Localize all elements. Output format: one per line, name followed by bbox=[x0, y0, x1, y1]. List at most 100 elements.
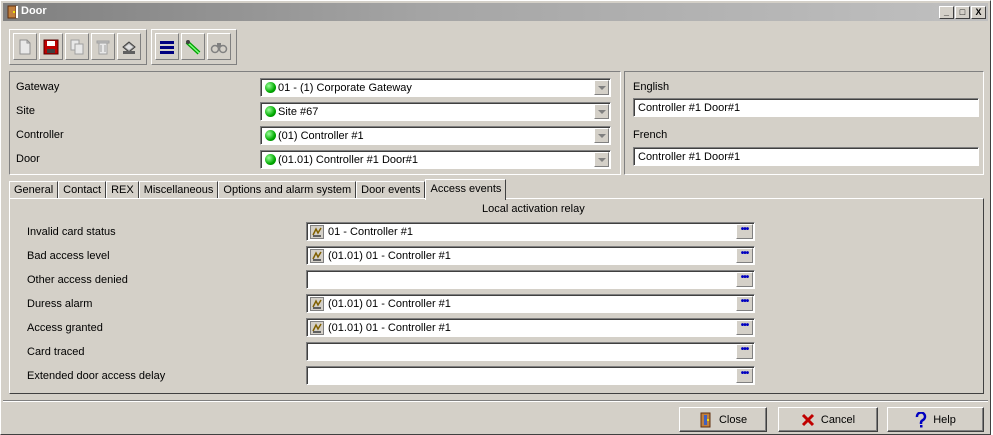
link-icon bbox=[185, 39, 201, 54]
language-names-panel: English Controller #1 Door#1 French Cont… bbox=[624, 71, 984, 175]
extended-door-access-delay-relay-field[interactable]: ••• bbox=[306, 366, 755, 385]
card-traced-relay-field[interactable]: ••• bbox=[306, 342, 755, 361]
invalid-card-status-relay-field[interactable]: 01 - Controller #1 ••• bbox=[306, 222, 755, 241]
browse-button[interactable]: ••• bbox=[736, 248, 753, 263]
invalid-card-status-label: Invalid card status bbox=[27, 226, 116, 238]
cancel-button-label: Cancel bbox=[820, 413, 856, 426]
chevron-down-icon[interactable] bbox=[594, 152, 609, 167]
tab-contact[interactable]: Contact bbox=[58, 181, 107, 199]
copy-button[interactable] bbox=[65, 33, 89, 60]
status-online-icon bbox=[265, 82, 276, 93]
maximize-button[interactable]: □ bbox=[955, 6, 970, 19]
french-label: French bbox=[633, 129, 668, 141]
list-button[interactable] bbox=[155, 33, 179, 60]
delete-button[interactable] bbox=[91, 33, 115, 60]
find-icon bbox=[210, 42, 228, 53]
browse-button[interactable]: ••• bbox=[736, 344, 753, 359]
gateway-label: Gateway bbox=[16, 81, 60, 93]
status-online-icon bbox=[265, 106, 276, 117]
tab-miscellaneous[interactable]: Miscellaneous bbox=[138, 181, 219, 199]
access-granted-relay-field[interactable]: (01.01) 01 - Controller #1 ••• bbox=[306, 318, 755, 337]
browse-button[interactable]: ••• bbox=[736, 368, 753, 383]
browse-button[interactable]: ••• bbox=[736, 296, 753, 311]
browse-button[interactable]: ••• bbox=[736, 224, 753, 239]
chevron-down-icon[interactable] bbox=[594, 104, 609, 119]
toolbar-group-edit bbox=[9, 29, 147, 65]
status-online-icon bbox=[265, 154, 276, 165]
bad-access-level-label: Bad access level bbox=[27, 250, 110, 262]
new-icon bbox=[19, 39, 31, 54]
cancel-button[interactable]: Cancel bbox=[778, 407, 878, 432]
duress-alarm-label: Duress alarm bbox=[27, 298, 93, 310]
divider bbox=[3, 400, 988, 402]
relay-value: (01.01) 01 - Controller #1 bbox=[328, 322, 451, 334]
gateway-value: 01 - (1) Corporate Gateway bbox=[278, 82, 412, 94]
find-button[interactable] bbox=[207, 33, 231, 60]
local-activation-relay-header: Local activation relay bbox=[482, 203, 585, 215]
browse-button[interactable]: ••• bbox=[736, 320, 753, 335]
tab-strip: General Contact REX Miscellaneous Option… bbox=[9, 179, 507, 200]
browse-button[interactable]: ••• bbox=[736, 272, 753, 287]
link-button[interactable] bbox=[181, 33, 205, 60]
gateway-select[interactable]: 01 - (1) Corporate Gateway bbox=[260, 78, 611, 97]
tab-rex[interactable]: REX bbox=[106, 181, 139, 199]
tab-door-events[interactable]: Door events bbox=[356, 181, 426, 199]
print-button[interactable] bbox=[117, 33, 141, 60]
relay-value: (01.01) 01 - Controller #1 bbox=[328, 250, 451, 262]
card-traced-label: Card traced bbox=[27, 346, 85, 358]
relay-icon bbox=[310, 225, 324, 239]
door-app-icon bbox=[7, 5, 19, 19]
site-select[interactable]: Site #67 bbox=[260, 102, 611, 121]
close-button[interactable]: Close bbox=[679, 407, 767, 432]
title-bar: Door _ □ X bbox=[3, 3, 988, 21]
site-value: Site #67 bbox=[278, 106, 319, 118]
english-label: English bbox=[633, 81, 670, 93]
tab-access-events[interactable]: Access events bbox=[425, 179, 507, 200]
door-value: (01.01) Controller #1 Door#1 bbox=[278, 154, 419, 166]
relay-value: (01.01) 01 - Controller #1 bbox=[328, 298, 451, 310]
door-exit-icon bbox=[699, 412, 713, 428]
cancel-x-icon bbox=[801, 413, 815, 427]
controller-label: Controller bbox=[16, 129, 64, 141]
site-label: Site bbox=[16, 105, 35, 117]
french-name-field[interactable]: Controller #1 Door#1 bbox=[633, 147, 979, 166]
chevron-down-icon[interactable] bbox=[594, 80, 609, 95]
save-button[interactable] bbox=[39, 33, 63, 60]
door-select[interactable]: (01.01) Controller #1 Door#1 bbox=[260, 150, 611, 169]
new-button[interactable] bbox=[13, 33, 37, 60]
relay-icon bbox=[310, 297, 324, 311]
extended-door-access-delay-label: Extended door access delay bbox=[27, 370, 166, 382]
window-title: Door bbox=[21, 5, 47, 17]
toolbar bbox=[9, 29, 241, 65]
door-window: Door _ □ X Gateway 01 - (1) Corporate Ga… bbox=[0, 0, 991, 435]
access-granted-label: Access granted bbox=[27, 322, 103, 334]
status-online-icon bbox=[265, 130, 276, 141]
help-question-icon bbox=[915, 411, 927, 428]
duress-alarm-relay-field[interactable]: (01.01) 01 - Controller #1 ••• bbox=[306, 294, 755, 313]
bad-access-level-relay-field[interactable]: (01.01) 01 - Controller #1 ••• bbox=[306, 246, 755, 265]
relay-value: 01 - Controller #1 bbox=[328, 226, 413, 238]
close-window-button[interactable]: X bbox=[971, 6, 986, 19]
copy-icon bbox=[70, 39, 84, 54]
save-icon bbox=[43, 39, 59, 54]
other-access-denied-relay-field[interactable]: ••• bbox=[306, 270, 755, 289]
relay-icon bbox=[310, 249, 324, 263]
help-button[interactable]: Help bbox=[887, 407, 984, 432]
controller-value: (01) Controller #1 bbox=[278, 130, 364, 142]
other-access-denied-label: Other access denied bbox=[27, 274, 128, 286]
relay-icon bbox=[310, 321, 324, 335]
list-icon bbox=[160, 40, 174, 54]
close-button-label: Close bbox=[718, 413, 748, 426]
tab-options-and-alarm-system[interactable]: Options and alarm system bbox=[218, 181, 357, 199]
access-events-panel: Local activation relay Invalid card stat… bbox=[9, 198, 984, 394]
controller-select[interactable]: (01) Controller #1 bbox=[260, 126, 611, 145]
toolbar-group-tools bbox=[151, 29, 237, 65]
english-name-field[interactable]: Controller #1 Door#1 bbox=[633, 98, 979, 117]
tab-general[interactable]: General bbox=[9, 181, 59, 199]
print-icon bbox=[122, 40, 136, 54]
minimize-button[interactable]: _ bbox=[939, 6, 954, 19]
door-selection-panel: Gateway 01 - (1) Corporate Gateway Site … bbox=[9, 71, 621, 175]
chevron-down-icon[interactable] bbox=[594, 128, 609, 143]
door-label: Door bbox=[16, 153, 40, 165]
delete-icon bbox=[96, 40, 110, 54]
